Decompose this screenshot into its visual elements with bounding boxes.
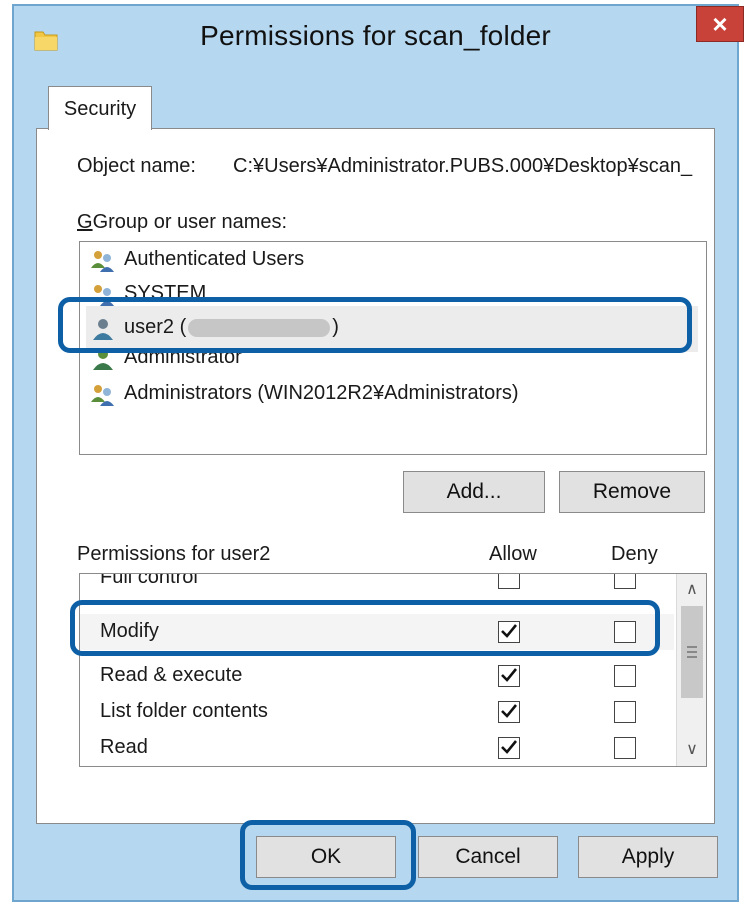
tab-security[interactable]: Security xyxy=(48,86,152,130)
deny-checkbox[interactable] xyxy=(614,737,636,759)
add-button[interactable]: Add... xyxy=(403,471,545,513)
apply-button-label: Apply xyxy=(621,845,675,868)
grip-line xyxy=(687,656,697,658)
permission-row: Read & execute xyxy=(80,658,674,694)
group-users-icon xyxy=(91,285,114,306)
ok-button-label: OK xyxy=(310,845,342,868)
cancel-button-label: Cancel xyxy=(455,845,521,868)
permission-name: List folder contents xyxy=(100,700,268,722)
allow-checkbox[interactable] xyxy=(498,701,520,723)
permissions-label: Permissions for user2 xyxy=(77,543,271,565)
allow-checkbox[interactable] xyxy=(498,621,520,643)
remove-button[interactable]: Remove xyxy=(559,471,705,513)
user-name-suffix: ) xyxy=(332,316,339,338)
deny-checkbox[interactable] xyxy=(614,574,636,589)
ok-button[interactable]: OK xyxy=(256,836,396,878)
deny-checkbox[interactable] xyxy=(614,665,636,687)
scroll-thumb[interactable] xyxy=(681,606,703,698)
security-panel: Object name: C:¥Users¥Administrator.PUBS… xyxy=(36,128,715,824)
deny-header: Deny xyxy=(611,543,658,565)
object-name-value: C:¥Users¥Administrator.PUBS.000¥Desktop¥… xyxy=(233,155,693,177)
deny-checkbox[interactable] xyxy=(614,621,636,643)
permission-name: Read & execute xyxy=(100,664,243,686)
cancel-button[interactable]: Cancel xyxy=(418,836,558,878)
title-bar[interactable]: Permissions for scan_folder × xyxy=(14,6,744,76)
redacted-email xyxy=(188,318,331,337)
list-item-selected[interactable]: user2 () xyxy=(86,306,698,352)
apply-button[interactable]: Apply xyxy=(578,836,718,878)
object-name-label: Object name: xyxy=(77,155,196,177)
user-name: user2 () xyxy=(124,316,339,339)
deny-checkbox[interactable] xyxy=(614,701,636,723)
add-button-label: Add... xyxy=(446,480,502,503)
group-users-icon xyxy=(91,251,114,272)
user-name: Authenticated Users xyxy=(124,248,305,270)
allow-header: Allow xyxy=(489,543,537,565)
permission-row: Read xyxy=(80,730,674,766)
permission-name: Read xyxy=(100,736,148,758)
close-button[interactable]: × xyxy=(696,6,744,42)
grip-line xyxy=(687,646,697,648)
permission-row: Modify xyxy=(80,614,674,650)
user-name: Administrators (WIN2012R2¥Administrators… xyxy=(124,382,519,404)
permissions-dialog: Permissions for scan_folder × Security O… xyxy=(12,4,744,902)
grip-line xyxy=(687,651,697,653)
remove-button-label: Remove xyxy=(592,480,672,503)
permission-name: Full control xyxy=(100,573,198,588)
group-user-list[interactable]: Authenticated Users SYSTEM Administrator xyxy=(79,241,707,455)
allow-checkbox[interactable] xyxy=(498,665,520,687)
permissions-scrollbar[interactable]: ∧ ∨ xyxy=(676,574,706,766)
scroll-down-icon[interactable]: ∨ xyxy=(677,736,706,764)
permission-row: Full control xyxy=(80,573,674,596)
user-name-text: user2 ( xyxy=(124,316,187,338)
user-icon xyxy=(93,319,113,340)
group-user-names-text: Group or user names: xyxy=(92,211,288,233)
group-user-names-label: GGroup or user names: xyxy=(77,211,288,233)
scroll-up-icon[interactable]: ∧ xyxy=(677,576,706,604)
allow-checkbox[interactable] xyxy=(498,737,520,759)
permission-name: Modify xyxy=(100,620,159,642)
user-name: SYSTEM xyxy=(124,282,207,304)
permissions-list[interactable]: Full control Modify Read & execute List fol… xyxy=(79,573,707,767)
group-users-icon xyxy=(91,385,114,406)
permission-row: List folder contents xyxy=(80,694,674,730)
window-title: Permissions for scan_folder xyxy=(200,20,551,51)
allow-checkbox[interactable] xyxy=(498,574,520,589)
